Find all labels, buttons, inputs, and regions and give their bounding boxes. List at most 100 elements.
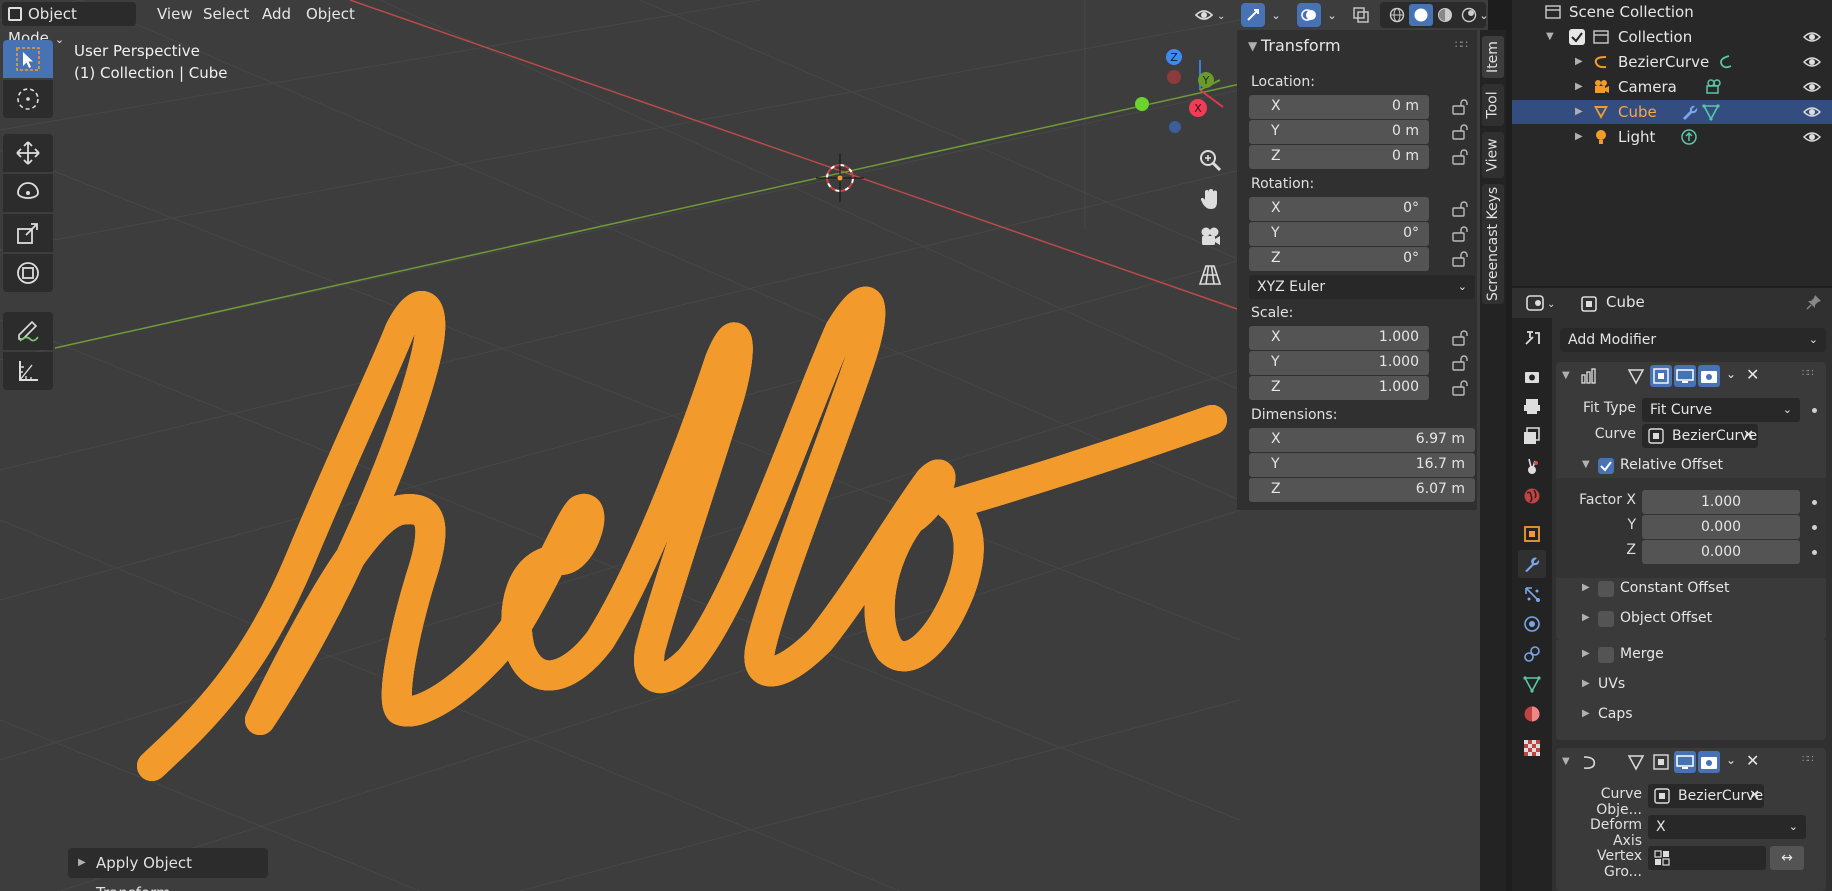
shading-dropdown-icon[interactable]: ⌄ — [1479, 2, 1488, 28]
tab-tool[interactable]: Tool — [1482, 84, 1504, 126]
close-icon[interactable]: ✕ — [1743, 424, 1754, 448]
tab-item[interactable]: Item — [1482, 36, 1504, 78]
expand-triangle-icon[interactable]: ▶ — [1582, 582, 1590, 593]
3d-viewport[interactable]: Z Y X Object Mode ⌄ View Select Add Objec… — [0, 0, 1488, 891]
object-tab-icon[interactable] — [1518, 520, 1546, 548]
pin-icon[interactable] — [1806, 294, 1822, 314]
mode-selector[interactable]: Object Mode ⌄ — [2, 2, 136, 47]
outliner-item-cube[interactable]: ▶ Cube — [1512, 100, 1832, 124]
collapse-triangle-icon[interactable]: ▼ — [1582, 459, 1590, 470]
expand-triangle-icon[interactable]: ▶ — [1575, 81, 1583, 92]
vertex-group-field[interactable] — [1648, 846, 1766, 870]
solid-shading-icon[interactable] — [1409, 4, 1433, 26]
keyframe-dot[interactable] — [1812, 525, 1817, 530]
close-icon[interactable]: ✕ — [1746, 751, 1759, 770]
data-tab-icon[interactable] — [1518, 670, 1546, 698]
move-tool-icon[interactable] — [3, 134, 53, 172]
drag-handle-icon[interactable]: ∷∷ — [1802, 754, 1814, 765]
location-y-field[interactable]: Y 0 m — [1249, 120, 1429, 144]
overlays-icon[interactable]: ⌄ — [1292, 2, 1342, 28]
lock-icon[interactable] — [1451, 250, 1469, 268]
pan-hand-icon[interactable] — [1193, 182, 1227, 216]
scale-tool-icon[interactable] — [3, 214, 53, 252]
menu-add[interactable]: Add — [253, 2, 300, 26]
expand-triangle-icon[interactable]: ▶ — [1575, 131, 1583, 142]
uvs-label[interactable]: UVs — [1598, 676, 1625, 692]
expand-triangle-icon[interactable]: ▶ — [1575, 56, 1583, 67]
add-modifier-dropdown[interactable]: Add Modifier ⌄ — [1560, 328, 1826, 352]
cage-icon[interactable] — [1650, 365, 1672, 387]
render-display-icon[interactable] — [1698, 751, 1720, 773]
scene-tab-icon[interactable] — [1518, 452, 1546, 480]
outliner-item-beziercurve[interactable]: ▶ BezierCurve — [1512, 50, 1832, 74]
lock-icon[interactable] — [1451, 329, 1469, 347]
material-tab-icon[interactable] — [1518, 700, 1546, 728]
zoom-icon[interactable] — [1193, 143, 1227, 177]
shading-modes[interactable] — [1380, 2, 1486, 28]
rendered-shading-icon[interactable] — [1457, 4, 1481, 26]
scale-y-field[interactable]: Y 1.000 — [1249, 351, 1429, 375]
output-tab-icon[interactable] — [1518, 392, 1546, 420]
eye-icon[interactable] — [1802, 29, 1822, 45]
tab-screencast-keys[interactable]: Screencast Keys — [1482, 184, 1504, 304]
outliner-collection[interactable]: ▼ Collection — [1512, 25, 1832, 49]
select-box-icon[interactable] — [3, 40, 53, 78]
physics-tab-icon[interactable] — [1518, 610, 1546, 638]
viewport-display-icon[interactable] — [1674, 751, 1696, 773]
chevron-down-icon[interactable]: ⌄ — [1726, 367, 1736, 381]
lock-icon[interactable] — [1451, 98, 1469, 116]
xray-icon[interactable] — [1348, 2, 1374, 28]
outliner-item-camera[interactable]: ▶ Camera — [1512, 75, 1832, 99]
expand-triangle-icon[interactable]: ▶ — [1582, 612, 1590, 623]
transform-tool-icon[interactable] — [3, 254, 53, 292]
tool-settings-tab-icon[interactable] — [1518, 324, 1546, 352]
curve-field[interactable]: BezierCurve ✕ — [1642, 424, 1758, 448]
expand-triangle-icon[interactable]: ▶ — [78, 848, 86, 878]
keyframe-dot[interactable] — [1812, 550, 1817, 555]
eye-icon[interactable] — [1802, 129, 1822, 145]
wireframe-shading-icon[interactable] — [1385, 4, 1409, 26]
rotation-mode-dropdown[interactable]: XYZ Euler ⌄ — [1249, 275, 1475, 299]
constraints-tab-icon[interactable] — [1518, 640, 1546, 668]
collapse-triangle-icon[interactable]: ▼ — [1248, 39, 1257, 53]
render-tab-icon[interactable] — [1518, 362, 1546, 390]
drag-handle-icon[interactable]: ∷∷ — [1802, 368, 1814, 379]
texture-tab-icon[interactable] — [1518, 734, 1546, 762]
dimensions-x-field[interactable]: X 6.97 m — [1249, 428, 1475, 452]
material-shading-icon[interactable] — [1433, 4, 1457, 26]
collapse-triangle-icon[interactable]: ▼ — [1562, 370, 1570, 381]
invert-vertex-group-icon[interactable]: ↔ — [1770, 846, 1804, 870]
perspective-toggle-icon[interactable] — [1193, 258, 1227, 292]
drag-handle-icon[interactable]: ∷∷ — [1455, 38, 1468, 51]
expand-triangle-icon[interactable]: ▶ — [1582, 678, 1590, 689]
cage-icon[interactable] — [1650, 751, 1672, 777]
caps-label[interactable]: Caps — [1598, 706, 1633, 722]
relative-offset-checkbox[interactable] — [1598, 458, 1614, 474]
object-offset-checkbox[interactable] — [1598, 611, 1614, 627]
collapse-triangle-icon[interactable]: ▼ — [1562, 756, 1570, 767]
eye-icon[interactable] — [1802, 79, 1822, 95]
factor-y-field[interactable]: 0.000 — [1642, 515, 1800, 539]
operator-panel[interactable]: ▶ Apply Object Transform — [68, 848, 268, 891]
constant-offset-checkbox[interactable] — [1598, 581, 1614, 597]
modifier-tab-icon[interactable] — [1518, 550, 1546, 578]
deform-axis-dropdown[interactable]: X ⌄ — [1648, 815, 1806, 839]
menu-select[interactable]: Select — [194, 2, 258, 26]
cursor-tool-icon[interactable] — [3, 80, 53, 118]
particles-tab-icon[interactable] — [1518, 580, 1546, 608]
rotate-tool-icon[interactable] — [3, 174, 53, 212]
dimensions-z-field[interactable]: Z 6.07 m — [1249, 478, 1475, 502]
rotation-x-field[interactable]: X 0° — [1249, 197, 1429, 221]
dimensions-y-field[interactable]: Y 16.7 m — [1249, 453, 1475, 477]
location-z-field[interactable]: Z 0 m — [1249, 145, 1429, 169]
factor-z-field[interactable]: 0.000 — [1642, 540, 1800, 564]
lock-icon[interactable] — [1451, 354, 1469, 372]
edit-mode-icon[interactable] — [1626, 366, 1646, 390]
expand-triangle-icon[interactable]: ▶ — [1582, 708, 1590, 719]
keyframe-dot[interactable] — [1812, 500, 1817, 505]
outliner-scene-collection[interactable]: Scene Collection — [1512, 0, 1832, 24]
render-display-icon[interactable] — [1698, 365, 1720, 387]
menu-object[interactable]: Object — [297, 2, 364, 26]
location-x-field[interactable]: X 0 m — [1249, 95, 1429, 119]
view-layer-tab-icon[interactable] — [1518, 422, 1546, 450]
